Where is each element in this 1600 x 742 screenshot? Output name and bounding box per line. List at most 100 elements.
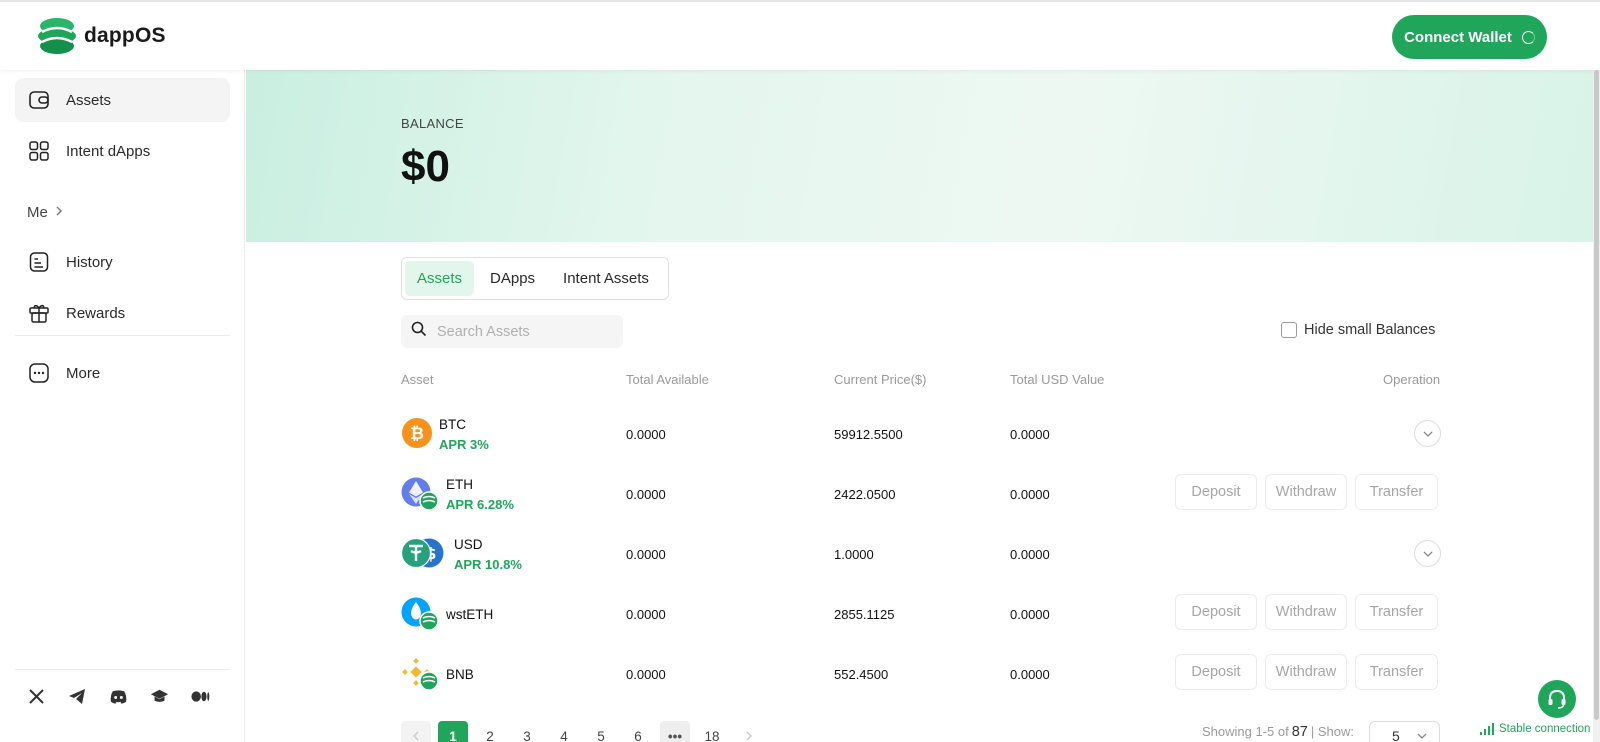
asset-apr: APR 10.8%	[454, 557, 522, 572]
grid-icon	[28, 140, 50, 162]
column-header-operation: Operation	[1383, 372, 1441, 387]
sidebar-item-assets[interactable]: Assets	[15, 78, 230, 122]
sidebar-item-rewards[interactable]: Rewards	[15, 291, 230, 335]
transfer-button[interactable]: Transfer	[1355, 474, 1438, 510]
chevron-down-icon	[1423, 431, 1432, 437]
headset-icon	[1548, 689, 1566, 709]
page-button[interactable]: 18	[697, 721, 727, 742]
search-input[interactable]	[437, 323, 607, 340]
sidebar-item-intent-dapps[interactable]: Intent dApps	[15, 129, 230, 173]
section-label: Me	[27, 204, 48, 221]
page-ellipsis[interactable]: •••	[660, 721, 690, 742]
sidebar-item-more[interactable]: More	[15, 351, 230, 395]
transfer-button[interactable]: Transfer	[1355, 594, 1438, 630]
brand-name: dappOS	[84, 24, 166, 47]
discord-icon[interactable]	[109, 687, 128, 706]
asset-name: wstETH	[446, 607, 494, 622]
column-header-available: Total Available	[626, 372, 709, 387]
chevron-down-icon	[1417, 733, 1427, 739]
graduation-cap-icon[interactable]	[150, 687, 169, 706]
table-row[interactable]: BNB 0.0000 552.4500 0.0000 Deposit Withd…	[401, 644, 1441, 704]
social-links	[27, 687, 210, 706]
signal-icon	[1480, 723, 1494, 735]
column-header-price: Current Price($)	[834, 372, 927, 387]
deposit-button[interactable]: Deposit	[1175, 654, 1257, 690]
tab-dapps[interactable]: DApps	[478, 261, 547, 296]
expand-row-button[interactable]	[1414, 540, 1441, 567]
chevron-down-icon	[1423, 551, 1432, 557]
withdraw-button[interactable]: Withdraw	[1265, 654, 1347, 690]
more-icon	[28, 362, 50, 384]
chevron-right-icon	[54, 204, 64, 221]
top-header: dappOS Connect Wallet	[0, 2, 1600, 70]
table-row[interactable]: ₿ BTC APR 3% 0.0000 59912.5500 0.0000	[401, 404, 1441, 464]
dappos-logo-icon	[38, 18, 76, 54]
deposit-button[interactable]: Deposit	[1175, 474, 1257, 510]
connection-status-label: Stable connection	[1499, 723, 1591, 735]
table-row[interactable]: wstETH 0.0000 2855.1125 0.0000 Deposit W…	[401, 584, 1441, 644]
connection-status: Stable connection	[1480, 723, 1590, 735]
current-price: 2855.1125	[834, 607, 895, 622]
page-button[interactable]: 5	[586, 721, 616, 742]
bnb-token-icon	[401, 657, 439, 691]
column-header-usd-value: Total USD Value	[1010, 372, 1105, 387]
tab-intent-assets[interactable]: Intent Assets	[551, 261, 661, 296]
support-chat-button[interactable]	[1538, 680, 1576, 718]
search-box	[401, 315, 623, 348]
sidebar-divider	[15, 669, 230, 670]
sidebar-item-history[interactable]: History	[15, 240, 230, 284]
transfer-button[interactable]: Transfer	[1355, 654, 1438, 690]
connect-wallet-label: Connect Wallet	[1404, 28, 1512, 46]
table-row[interactable]: ETH APR 6.28% 0.0000 2422.0500 0.0000 De…	[401, 464, 1441, 524]
total-available: 0.0000	[626, 427, 666, 442]
page-size-value: 5	[1392, 728, 1400, 742]
total-usd-value: 0.0000	[1010, 547, 1050, 562]
wsteth-token-icon	[401, 597, 439, 631]
table-row[interactable]: $ USD APR 10.8% 0.0000 1.0000 0.0000	[400, 524, 1441, 584]
showing-prefix: Showing 1-5 of	[1202, 724, 1289, 739]
search-icon	[411, 321, 427, 342]
sidebar-item-label: Rewards	[66, 304, 126, 322]
eth-token-icon	[401, 477, 439, 511]
connect-wallet-button[interactable]: Connect Wallet	[1392, 15, 1547, 59]
sidebar-section-me[interactable]: Me	[27, 204, 64, 221]
sidebar-item-label: Intent dApps	[66, 142, 151, 160]
sidebar: Assets Intent dApps Me History Rewards M…	[0, 70, 245, 742]
next-page-button[interactable]	[734, 721, 764, 742]
total-usd-value: 0.0000	[1010, 427, 1050, 442]
page-scrollbar[interactable]	[1593, 70, 1600, 742]
svg-text:₿: ₿	[410, 424, 424, 444]
prev-page-button[interactable]	[401, 721, 431, 742]
page-button[interactable]: 6	[623, 721, 653, 742]
balance-value: $0	[401, 142, 450, 191]
sidebar-item-label: History	[66, 253, 113, 271]
hide-small-checkbox[interactable]	[1281, 322, 1297, 338]
page-button[interactable]: 1	[438, 721, 468, 742]
page-button[interactable]: 2	[475, 721, 505, 742]
withdraw-button[interactable]: Withdraw	[1265, 594, 1347, 630]
pagination: 1 2 3 4 5 6 ••• 18	[401, 721, 771, 742]
page-button[interactable]: 3	[512, 721, 542, 742]
wallet-icon	[28, 89, 50, 111]
page-button[interactable]: 4	[549, 721, 579, 742]
btc-token-icon: ₿	[401, 417, 433, 449]
brand-logo[interactable]: dappOS	[36, 16, 166, 56]
sidebar-item-label: More	[66, 364, 101, 382]
tab-assets[interactable]: Assets	[405, 261, 475, 296]
page-size-select[interactable]: 5	[1369, 721, 1440, 742]
total-available: 0.0000	[626, 547, 666, 562]
x-icon[interactable]	[27, 687, 46, 706]
expand-row-button[interactable]	[1414, 420, 1441, 447]
telegram-icon[interactable]	[68, 687, 87, 706]
current-price: 1.0000	[834, 547, 874, 562]
scrollbar-thumb[interactable]	[1594, 70, 1599, 720]
withdraw-button[interactable]: Withdraw	[1265, 474, 1347, 510]
total-usd-value: 0.0000	[1010, 667, 1050, 682]
chevron-right-icon	[746, 731, 752, 741]
medium-icon[interactable]	[191, 687, 210, 706]
asset-name: USD	[454, 537, 483, 552]
sidebar-item-label: Assets	[66, 91, 112, 109]
asset-name: ETH	[446, 477, 473, 492]
deposit-button[interactable]: Deposit	[1175, 594, 1257, 630]
hide-small-balances-toggle[interactable]: Hide small Balances	[1281, 322, 1435, 338]
